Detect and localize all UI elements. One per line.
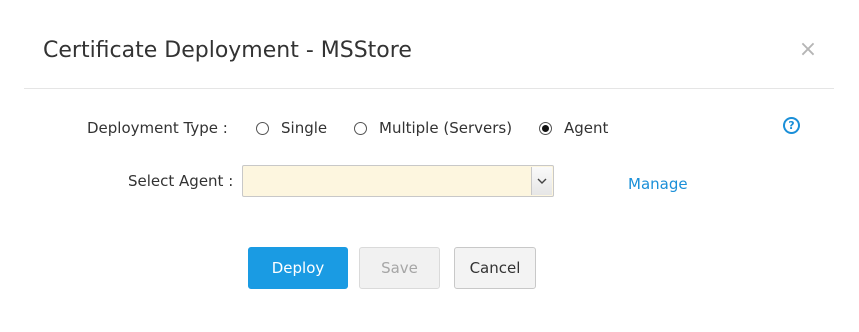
radio-single-circle[interactable]: [256, 122, 269, 135]
header-divider: [24, 88, 834, 89]
deploy-button[interactable]: Deploy: [248, 247, 348, 289]
chevron-down-icon[interactable]: [531, 167, 552, 195]
cancel-button[interactable]: Cancel: [454, 247, 536, 289]
radio-multiple-servers[interactable]: Multiple (Servers): [354, 119, 512, 137]
radio-single-label: Single: [281, 119, 328, 137]
dialog-title: Certificate Deployment - MSStore: [43, 38, 412, 63]
help-circle-icon[interactable]: ?: [783, 117, 800, 134]
radio-single[interactable]: Single: [256, 119, 327, 137]
radio-agent[interactable]: Agent: [539, 119, 608, 137]
radio-multiple-label: Multiple (Servers): [379, 119, 513, 137]
save-button[interactable]: Save: [359, 247, 440, 289]
deployment-type-label: Deployment Type :: [87, 119, 228, 137]
radio-multiple-circle[interactable]: [354, 122, 367, 135]
radio-agent-label: Agent: [564, 119, 609, 137]
radio-agent-circle[interactable]: [539, 122, 552, 135]
select-agent-dropdown[interactable]: [242, 165, 554, 197]
select-agent-label: Select Agent :: [128, 172, 234, 190]
certificate-deployment-dialog: Certificate Deployment - MSStore × Deplo…: [0, 0, 859, 332]
close-icon[interactable]: ×: [798, 39, 818, 61]
manage-link[interactable]: Manage: [628, 175, 688, 193]
